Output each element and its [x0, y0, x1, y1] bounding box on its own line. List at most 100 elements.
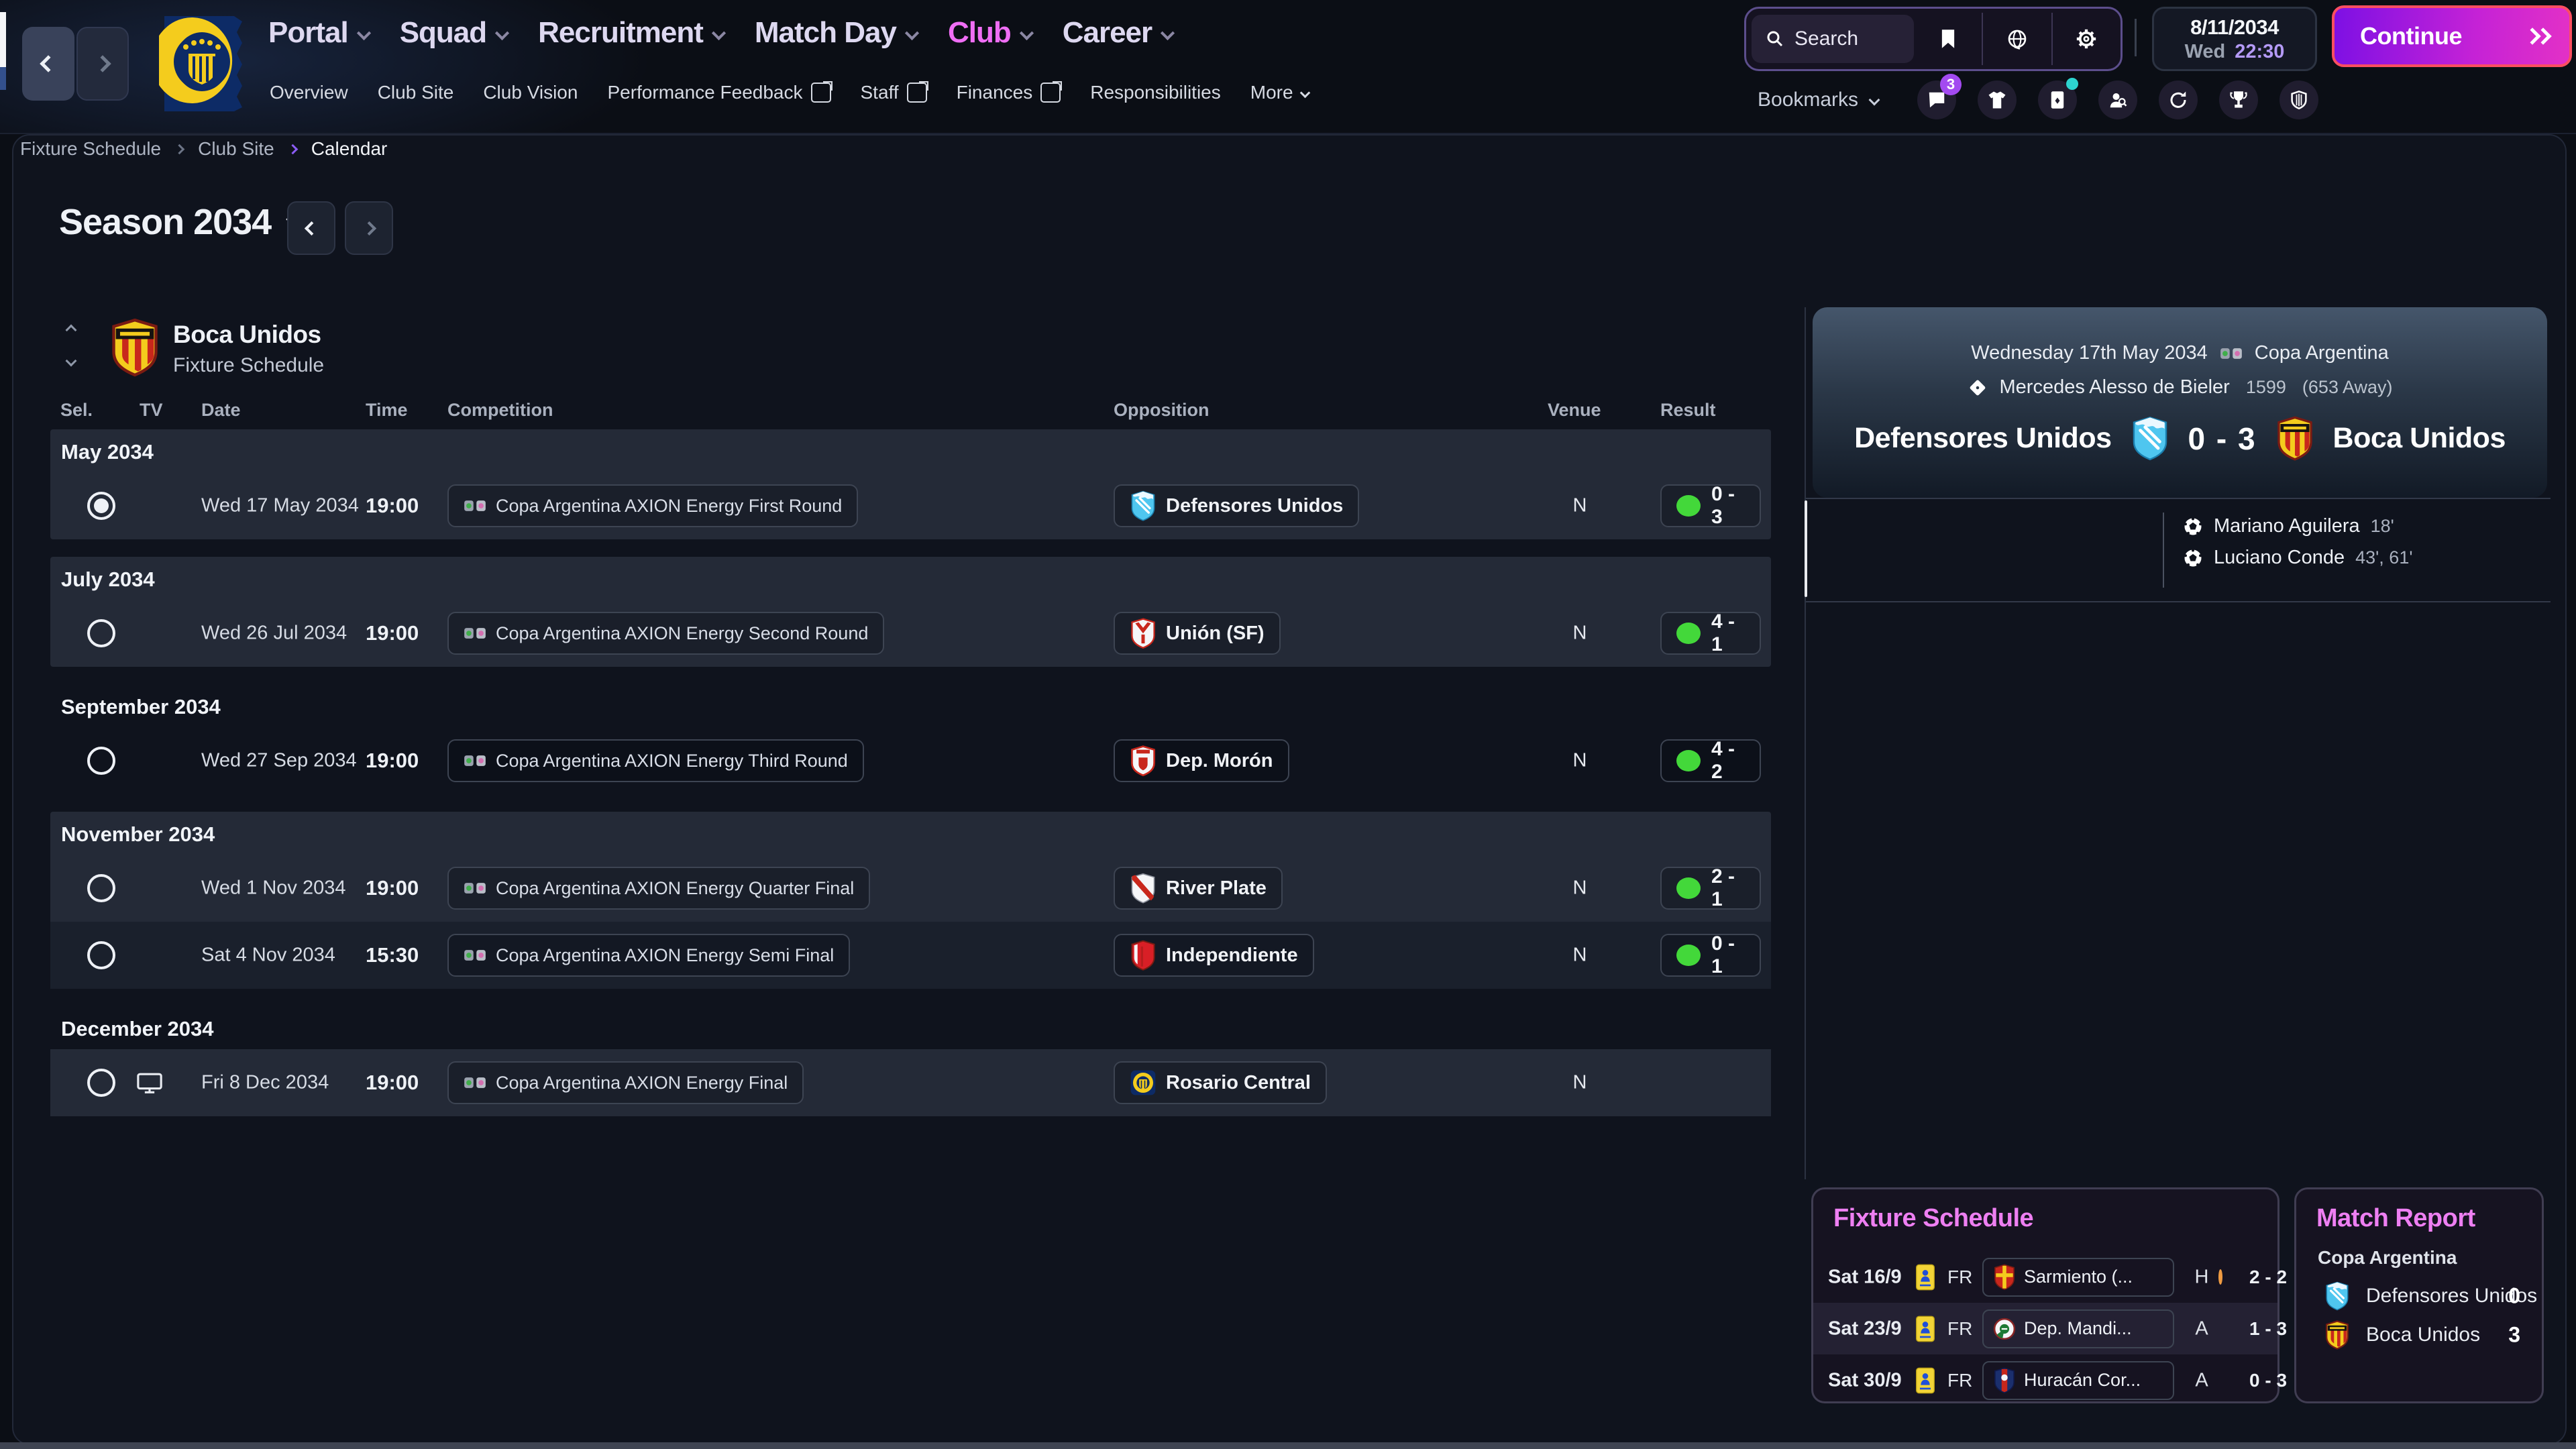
- mini-fixture-row[interactable]: Sat 16/9 FR Sarmiento (... H 2 - 2: [1813, 1251, 2277, 1303]
- submenu-finances[interactable]: Finances: [957, 82, 1061, 103]
- history-back-button[interactable]: [22, 27, 74, 101]
- submenu-label: Overview: [270, 82, 348, 103]
- world-button[interactable]: [1983, 19, 2051, 59]
- submenu-more[interactable]: More: [1250, 82, 1309, 103]
- col-competition[interactable]: Competition: [447, 400, 553, 421]
- row-select-radio[interactable]: [87, 941, 115, 969]
- result-chip[interactable]: 0 - 1: [1660, 934, 1761, 977]
- breadcrumb: Fixture Schedule Club Site Calendar: [20, 138, 387, 160]
- competitions-button[interactable]: [2219, 80, 2258, 119]
- report-team-row[interactable]: Boca Unidos 3: [2296, 1316, 2542, 1354]
- submenu-performance-feedback[interactable]: Performance Feedback: [607, 82, 830, 103]
- col-venue[interactable]: Venue: [1548, 400, 1601, 421]
- opposition-name: Rosario Central: [1166, 1072, 1311, 1094]
- col-date[interactable]: Date: [201, 400, 241, 421]
- breadcrumb-item[interactable]: Fixture Schedule: [20, 138, 161, 160]
- game-time: 22:30: [2235, 41, 2284, 63]
- fixture-date: Wed 26 Jul 2034: [201, 623, 347, 645]
- search-input[interactable]: Search: [1752, 15, 1914, 63]
- fixture-row[interactable]: Wed 26 Jul 203419:00Copa Argentina AXION…: [50, 600, 1771, 667]
- submenu-club-site[interactable]: Club Site: [378, 82, 454, 103]
- col-time[interactable]: Time: [366, 400, 408, 421]
- opposition-chip[interactable]: River Plate: [1114, 867, 1283, 910]
- mini-fixture-row[interactable]: Sat 30/9 FR Huracán Cor... A 0 - 3: [1813, 1354, 2277, 1406]
- squad-button[interactable]: [1978, 80, 2017, 119]
- settings-button[interactable]: [2053, 19, 2121, 59]
- fixture-row[interactable]: Fri 8 Dec 203419:00Copa Argentina AXION …: [50, 1049, 1771, 1116]
- result-chip[interactable]: 4 - 1: [1660, 612, 1761, 655]
- report-team-row[interactable]: Defensores Unidos 0: [2296, 1277, 2542, 1316]
- competition-chip[interactable]: Copa Argentina AXION Energy Semi Final: [447, 934, 850, 977]
- row-select-radio[interactable]: [87, 492, 115, 520]
- scrollbar-thumb[interactable]: [1805, 500, 1807, 597]
- opposition-chip[interactable]: Rosario Central: [1114, 1061, 1327, 1104]
- match-overview-card[interactable]: Wednesday 17th May 2034 Copa Argentina M…: [1813, 307, 2547, 498]
- mini-date: Sat 30/9: [1828, 1369, 1902, 1391]
- opposition-chip[interactable]: Unión (SF): [1114, 612, 1281, 655]
- history-forward-button[interactable]: [76, 27, 129, 101]
- bookmarks-label[interactable]: Bookmarks: [1758, 89, 1858, 111]
- season-selector[interactable]: Season 2034: [59, 201, 301, 243]
- continue-button[interactable]: Continue: [2332, 5, 2572, 67]
- club-info-button[interactable]: [2279, 80, 2318, 119]
- match-competition: Copa Argentina: [2255, 342, 2389, 364]
- mini-opposition-chip[interactable]: Sarmiento (...: [1982, 1258, 2174, 1297]
- mini-fixture-row[interactable]: Sat 23/9 FR Dep. Mandi... A 1 - 3: [1813, 1303, 2277, 1354]
- submenu-label: Responsibilities: [1090, 82, 1221, 103]
- result-indicator: [1676, 750, 1701, 771]
- row-select-radio[interactable]: [87, 619, 115, 647]
- col-opposition[interactable]: Opposition: [1114, 400, 1209, 421]
- fixture-row[interactable]: Wed 27 Sep 203419:00Copa Argentina AXION…: [50, 727, 1771, 794]
- opposition-crest: [1993, 1367, 2016, 1393]
- result-chip[interactable]: 4 - 2: [1660, 739, 1761, 782]
- row-select-radio[interactable]: [87, 874, 115, 902]
- competition-chip[interactable]: Copa Argentina AXION Energy Second Round: [447, 612, 884, 655]
- menu-career[interactable]: Career: [1063, 16, 1173, 50]
- inbox-button[interactable]: 3: [1917, 80, 1956, 119]
- fixture-row[interactable]: Wed 1 Nov 203419:00Copa Argentina AXION …: [50, 855, 1771, 922]
- result-chip[interactable]: 2 - 1: [1660, 867, 1761, 910]
- submenu-overview[interactable]: Overview: [270, 82, 348, 103]
- season-prev-button[interactable]: [287, 201, 335, 255]
- fixture-row[interactable]: Wed 17 May 203419:00Copa Argentina AXION…: [50, 472, 1771, 539]
- opposition-chip[interactable]: Defensores Unidos: [1114, 484, 1359, 527]
- col-tv[interactable]: TV: [140, 400, 163, 421]
- opposition-chip[interactable]: Independiente: [1114, 934, 1314, 977]
- tactics-button[interactable]: [2038, 80, 2077, 119]
- mini-date: Sat 23/9: [1828, 1318, 1902, 1340]
- submenu-responsibilities[interactable]: Responsibilities: [1090, 82, 1221, 103]
- panel-scroll-buttons[interactable]: [67, 326, 75, 365]
- competition-chip[interactable]: Copa Argentina AXION Energy Third Round: [447, 739, 864, 782]
- scouting-button[interactable]: [2098, 80, 2137, 119]
- competition-chip[interactable]: Copa Argentina AXION Energy Final: [447, 1061, 804, 1104]
- sync-button[interactable]: [2159, 80, 2198, 119]
- menu-squad[interactable]: Squad: [400, 16, 507, 50]
- result-chip[interactable]: 0 - 3: [1660, 484, 1761, 527]
- goalscorer-row[interactable]: Mariano Aguilera18': [2183, 515, 2413, 537]
- club-logo-rosario-central[interactable]: [159, 11, 245, 111]
- report-team-rows: Defensores Unidos 0 Boca Unidos 3: [2296, 1277, 2542, 1354]
- bookmark-button[interactable]: [1914, 19, 1982, 59]
- venue-value: N: [1560, 877, 1600, 900]
- mini-opposition-chip[interactable]: Huracán Cor...: [1982, 1361, 2174, 1400]
- submenu-club-vision[interactable]: Club Vision: [483, 82, 578, 103]
- col-result[interactable]: Result: [1660, 400, 1716, 421]
- breadcrumb-item[interactable]: Calendar: [311, 138, 388, 160]
- competition-chip[interactable]: Copa Argentina AXION Energy Quarter Fina…: [447, 867, 870, 910]
- mini-opposition-chip[interactable]: Dep. Mandi...: [1982, 1309, 2174, 1348]
- opposition-chip[interactable]: Dep. Morón: [1114, 739, 1289, 782]
- venue-value: N: [1560, 495, 1600, 517]
- col-sel[interactable]: Sel.: [60, 400, 93, 421]
- breadcrumb-item[interactable]: Club Site: [198, 138, 274, 160]
- season-next-button[interactable]: [345, 201, 393, 255]
- row-select-radio[interactable]: [87, 1069, 115, 1097]
- menu-portal[interactable]: Portal: [268, 16, 369, 50]
- menu-match-day[interactable]: Match Day: [755, 16, 917, 50]
- row-select-radio[interactable]: [87, 747, 115, 775]
- menu-recruitment[interactable]: Recruitment: [538, 16, 724, 50]
- submenu-staff[interactable]: Staff: [861, 82, 927, 103]
- menu-club[interactable]: Club: [948, 16, 1032, 50]
- competition-chip[interactable]: Copa Argentina AXION Energy First Round: [447, 484, 858, 527]
- fixture-row[interactable]: Sat 4 Nov 203415:30Copa Argentina AXION …: [50, 922, 1771, 989]
- goalscorer-row[interactable]: Luciano Conde43', 61': [2183, 547, 2413, 569]
